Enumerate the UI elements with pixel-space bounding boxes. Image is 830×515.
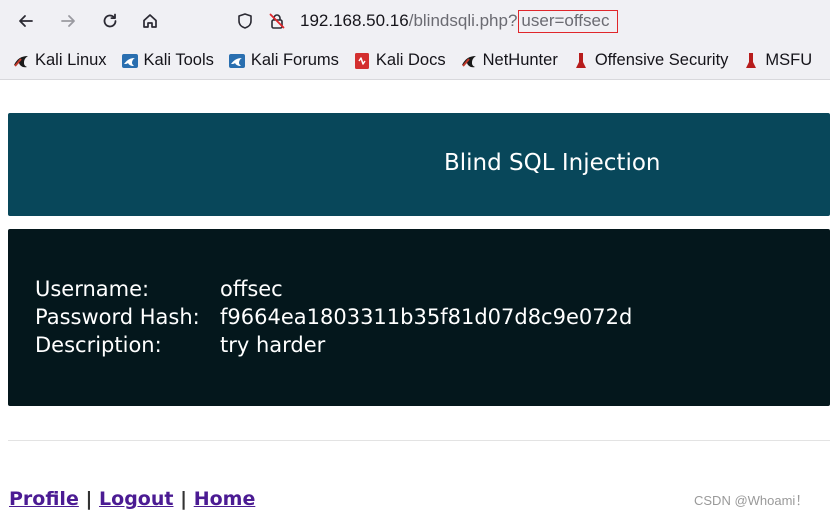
profile-link[interactable]: Profile: [9, 488, 79, 510]
bookmark-nethunter[interactable]: NetHunter: [460, 51, 558, 70]
bookmark-msfu[interactable]: MSFU: [742, 51, 812, 70]
bookmark-label: Kali Docs: [375, 51, 446, 69]
description-value: try harder: [220, 333, 326, 357]
description-row: Description: try harder: [35, 333, 325, 357]
kali-docs-icon: [353, 52, 371, 70]
user-details-panel: Username: offsec Password Hash: f9664ea180…: [8, 229, 830, 406]
bookmark-kali-forums[interactable]: Kali Forums: [228, 51, 339, 70]
bookmark-label: MSFU: [765, 51, 813, 69]
bookmark-kali-docs[interactable]: Kali Docs: [353, 51, 446, 70]
kali-dragon-icon: [12, 52, 30, 70]
url-query-highlight: user=offsec: [518, 9, 619, 33]
browser-toolbar: 192.168.50.16/blindsqli.php? user=offsec: [0, 0, 830, 42]
watermark: CSDN @Whoami！: [694, 493, 809, 508]
horizontal-divider: [8, 440, 830, 441]
offsec-icon: [742, 52, 760, 70]
page-header-banner: Blind SQL Injection: [8, 113, 830, 216]
bookmark-label: Offensive Security: [594, 51, 729, 69]
kali-dragon-icon: [121, 52, 139, 70]
arrow-left-icon: [19, 15, 33, 27]
url-text[interactable]: 192.168.50.16/blindsqli.php? user=offsec: [300, 9, 619, 33]
back-button[interactable]: [10, 5, 42, 37]
username-value: offsec: [220, 277, 283, 301]
insecure-lock-icon[interactable]: [266, 10, 288, 32]
shield-icon[interactable]: [234, 10, 256, 32]
username-row: Username: offsec: [35, 277, 283, 301]
bookmark-kali-linux[interactable]: Kali Linux: [12, 51, 107, 70]
bookmark-kali-tools[interactable]: Kali Tools: [121, 51, 214, 70]
password-hash-value: f9664ea1803311b35f81d07d8c9e072d: [220, 305, 633, 329]
url-bar[interactable]: 192.168.50.16/blindsqli.php? user=offsec: [226, 4, 830, 38]
password-hash-row: Password Hash: f9664ea1803311b35f81d07d8c…: [35, 305, 632, 329]
password-hash-label: Password Hash:: [35, 305, 200, 329]
page-title: Blind SQL Injection: [444, 150, 661, 176]
home-link[interactable]: Home: [194, 488, 256, 510]
arrow-right-icon: [61, 15, 75, 27]
bookmarks-bar: Kali Linux Kali Tools Kali Forums Kali D…: [0, 42, 830, 80]
home-button[interactable]: [134, 5, 166, 37]
bookmark-label: Kali Forums: [250, 51, 339, 69]
reload-icon: [103, 13, 117, 28]
bookmark-label: NetHunter: [482, 51, 558, 69]
username-label: Username:: [35, 277, 150, 301]
reload-button[interactable]: [94, 5, 126, 37]
logout-link[interactable]: Logout: [99, 488, 173, 510]
footer-links: Profile | Logout | Home: [9, 488, 255, 510]
bookmark-label: Kali Tools: [143, 51, 214, 69]
link-separator: |: [85, 488, 93, 510]
url-path: /blindsqli.php?: [408, 11, 518, 30]
description-label: Description:: [35, 333, 162, 357]
url-host: 192.168.50.16: [300, 11, 409, 30]
kali-dragon-icon: [228, 52, 246, 70]
kali-dragon-icon: [460, 52, 478, 70]
offsec-icon: [572, 52, 590, 70]
bookmark-label: Kali Linux: [35, 51, 107, 69]
link-separator: |: [180, 488, 188, 510]
forward-button[interactable]: [52, 5, 84, 37]
bookmark-offensive-security[interactable]: Offensive Security: [572, 51, 729, 70]
home-icon: [143, 14, 157, 28]
